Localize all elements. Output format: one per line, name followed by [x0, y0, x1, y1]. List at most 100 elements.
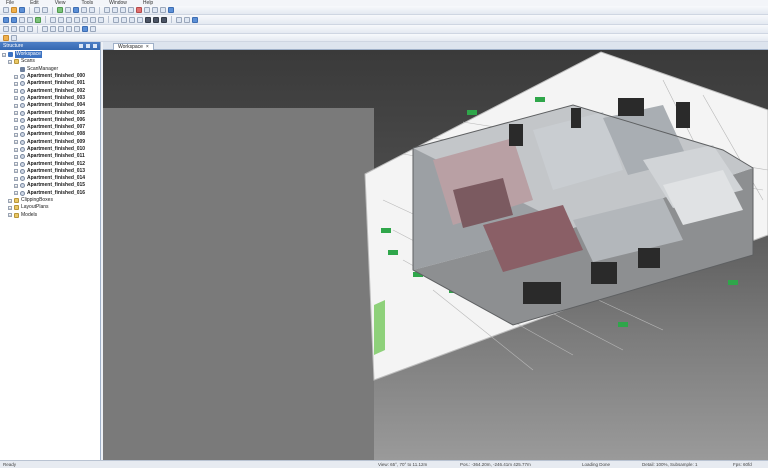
- grid-icon[interactable]: [121, 16, 127, 23]
- tools-menu-icon[interactable]: [3, 34, 9, 41]
- expand-toggle-icon[interactable]: +: [14, 111, 18, 116]
- expand-toggle-icon[interactable]: +: [8, 198, 12, 203]
- tag-icon[interactable]: [74, 26, 80, 32]
- export-icon[interactable]: [65, 7, 71, 13]
- open-project-icon[interactable]: [11, 7, 17, 13]
- color-icon[interactable]: [120, 7, 126, 13]
- walk-icon[interactable]: [184, 16, 190, 23]
- view-top-icon[interactable]: [11, 16, 17, 23]
- copy-icon[interactable]: [11, 26, 17, 32]
- expand-toggle-icon[interactable]: +: [14, 132, 18, 137]
- expand-toggle-icon[interactable]: +: [14, 74, 18, 79]
- tree-item[interactable]: + Apartment_finished_013: [2, 168, 100, 175]
- tree-item[interactable]: + Apartment_finished_002: [2, 87, 100, 94]
- undo-icon[interactable]: [34, 7, 40, 13]
- tree-item[interactable]: + Apartment_finished_014: [2, 175, 100, 182]
- new-project-icon[interactable]: [3, 7, 9, 13]
- expand-toggle-icon[interactable]: +: [2, 52, 6, 57]
- view-3d-icon[interactable]: [3, 16, 9, 23]
- tree-item[interactable]: + Apartment_finished_000: [2, 73, 100, 80]
- camera-icon[interactable]: [129, 16, 135, 23]
- expand-toggle-icon[interactable]: +: [14, 183, 18, 188]
- tree-item[interactable]: + Apartment_finished_011: [2, 153, 100, 160]
- ruler-icon[interactable]: [90, 26, 96, 32]
- mesh-icon[interactable]: [144, 7, 150, 13]
- split-view-icon[interactable]: [161, 16, 167, 23]
- tab-workspace[interactable]: Workspace ×: [113, 43, 154, 50]
- zoom-out-icon[interactable]: [58, 16, 64, 23]
- cut-icon[interactable]: [27, 26, 33, 32]
- filter-icon[interactable]: [89, 7, 95, 13]
- tree-item[interactable]: + Apartment_finished_015: [2, 182, 100, 189]
- tree-item[interactable]: + LayoutPlans: [2, 204, 100, 211]
- tree-item[interactable]: + Apartment_finished_009: [2, 139, 100, 146]
- tree-item[interactable]: + Workspace: [2, 51, 100, 59]
- tree-item[interactable]: + Apartment_finished_010: [2, 146, 100, 153]
- delete-icon[interactable]: [136, 7, 142, 13]
- tree-item[interactable]: + Apartment_finished_004: [2, 102, 100, 109]
- expand-toggle-icon[interactable]: +: [8, 205, 12, 210]
- light-icon[interactable]: [137, 16, 143, 23]
- rotate-icon[interactable]: [82, 16, 88, 23]
- tree-item[interactable]: + Scans: [2, 58, 100, 65]
- measure-icon[interactable]: [104, 7, 110, 13]
- active-tool-icon[interactable]: [82, 26, 88, 32]
- layer-icon[interactable]: [128, 7, 134, 13]
- expand-toggle-icon[interactable]: +: [8, 59, 12, 64]
- expand-toggle-icon[interactable]: +: [14, 154, 18, 159]
- cylinder-icon[interactable]: [66, 26, 72, 32]
- lasso-icon[interactable]: [98, 16, 104, 23]
- zoom-in-icon[interactable]: [50, 16, 56, 23]
- expand-toggle-icon[interactable]: +: [14, 140, 18, 145]
- expand-toggle-icon[interactable]: +: [14, 176, 18, 181]
- expand-toggle-icon[interactable]: +: [14, 147, 18, 152]
- settings-icon[interactable]: [160, 7, 166, 13]
- import-icon[interactable]: [57, 7, 63, 13]
- tree-item[interactable]: + Apartment_finished_003: [2, 95, 100, 102]
- pin-icon[interactable]: [79, 44, 83, 48]
- expand-toggle-icon[interactable]: +: [8, 213, 12, 218]
- tree-item[interactable]: + Apartment_finished_012: [2, 160, 100, 167]
- 3d-viewport[interactable]: [103, 50, 768, 460]
- select-icon[interactable]: [90, 16, 96, 23]
- expand-toggle-icon[interactable]: +: [14, 169, 18, 174]
- point-size-icon[interactable]: [113, 16, 119, 23]
- edit-icon[interactable]: [3, 26, 9, 32]
- dropdown-icon[interactable]: [11, 34, 17, 41]
- tree-item[interactable]: + Apartment_finished_001: [2, 80, 100, 87]
- expand-toggle-icon[interactable]: +: [14, 118, 18, 123]
- snapshot-icon[interactable]: [176, 16, 182, 23]
- registration-icon[interactable]: [81, 7, 87, 13]
- grid-view-icon[interactable]: [145, 16, 151, 23]
- list-view-icon[interactable]: [153, 16, 159, 23]
- sphere-icon[interactable]: [58, 26, 64, 32]
- expand-toggle-icon[interactable]: +: [14, 191, 18, 196]
- zoom-fit-icon[interactable]: [66, 16, 72, 23]
- expand-toggle-icon[interactable]: +: [14, 81, 18, 86]
- tree-item[interactable]: + Models: [2, 212, 100, 219]
- float-icon[interactable]: [86, 44, 90, 48]
- expand-toggle-icon[interactable]: +: [14, 125, 18, 130]
- tree-item[interactable]: + Apartment_finished_008: [2, 131, 100, 138]
- expand-toggle-icon[interactable]: +: [14, 162, 18, 167]
- expand-toggle-icon[interactable]: +: [14, 89, 18, 94]
- globe-icon[interactable]: [192, 16, 198, 23]
- close-icon[interactable]: [93, 44, 97, 48]
- view-side-icon[interactable]: [27, 16, 33, 23]
- paste-icon[interactable]: [19, 26, 25, 32]
- navigate-icon[interactable]: [35, 16, 41, 23]
- tree-item[interactable]: + Apartment_finished_007: [2, 124, 100, 131]
- tree-item[interactable]: +ScanManager: [2, 66, 100, 73]
- tree-item[interactable]: + Apartment_finished_005: [2, 109, 100, 116]
- help-icon[interactable]: [168, 7, 174, 13]
- expand-toggle-icon[interactable]: +: [14, 103, 18, 108]
- clip-icon[interactable]: [112, 7, 118, 13]
- tree-item[interactable]: + Apartment_finished_006: [2, 117, 100, 124]
- cloud-icon[interactable]: [152, 7, 158, 13]
- tree-item[interactable]: + ClippingBoxes: [2, 197, 100, 204]
- box-icon[interactable]: [50, 26, 56, 32]
- expand-toggle-icon[interactable]: +: [14, 96, 18, 101]
- scan-icon[interactable]: [73, 7, 79, 13]
- view-front-icon[interactable]: [19, 16, 25, 23]
- tree-item[interactable]: + Apartment_finished_016: [2, 190, 100, 197]
